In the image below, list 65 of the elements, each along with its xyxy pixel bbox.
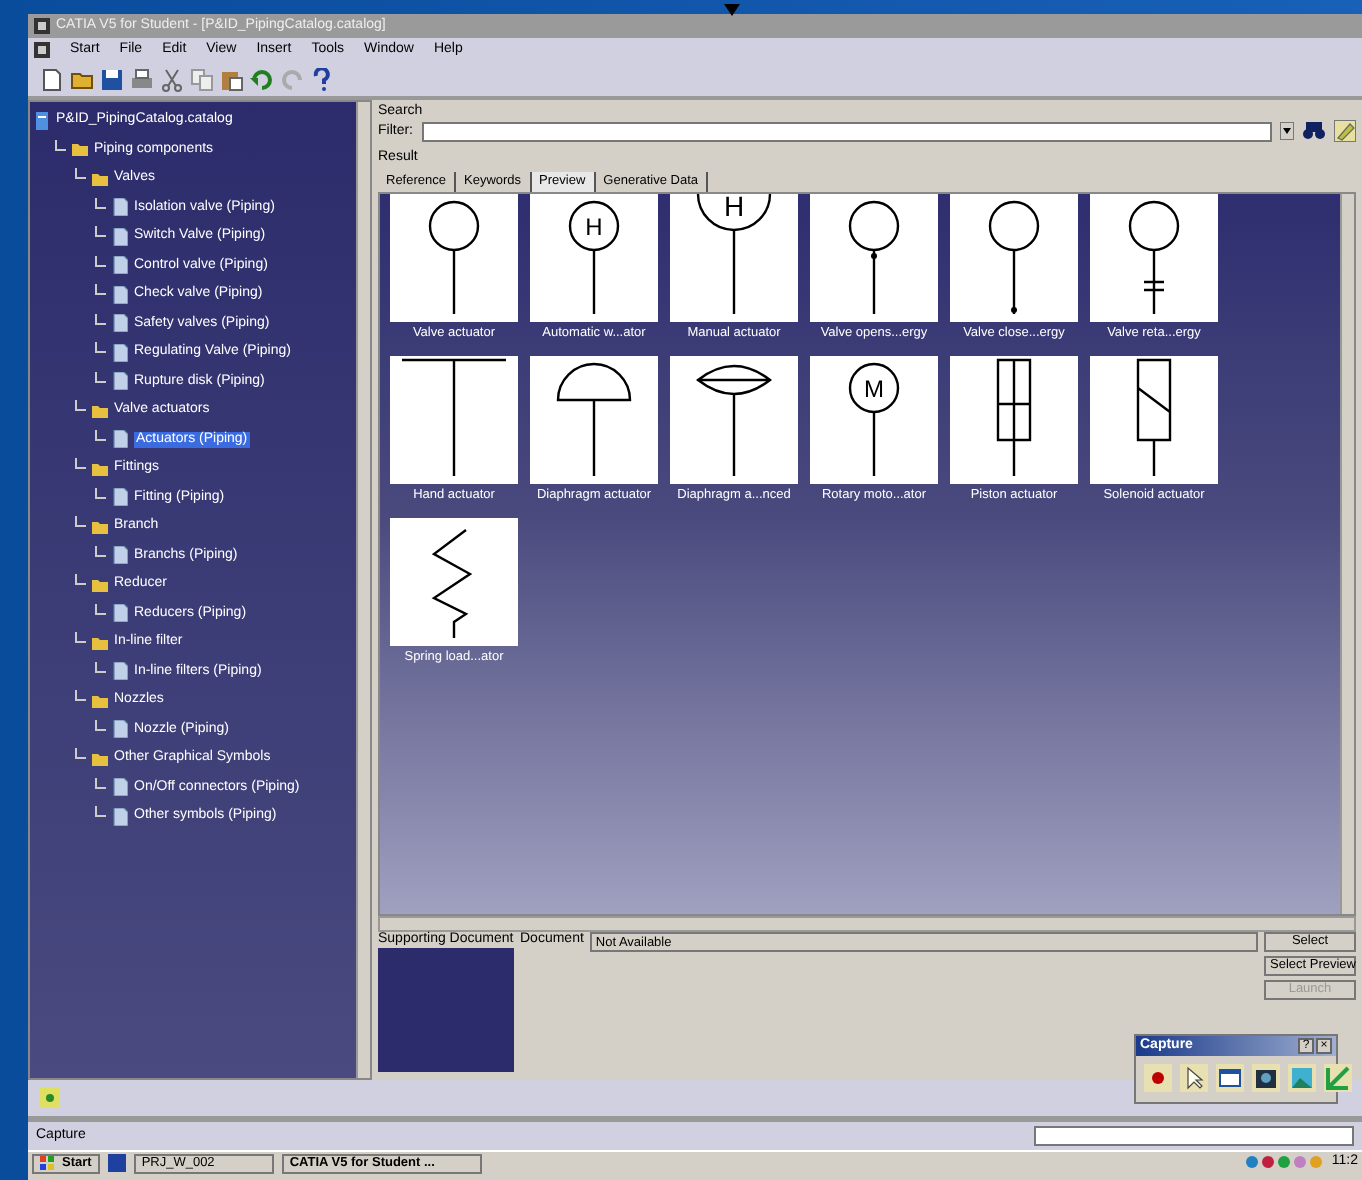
dropdown-icon[interactable] [1280, 122, 1294, 141]
document-icon [112, 430, 128, 449]
folder-icon [92, 401, 108, 420]
scrollbar[interactable] [378, 916, 1356, 932]
print-icon[interactable] [130, 67, 154, 91]
image-icon[interactable] [1288, 1064, 1316, 1092]
actuator-symbol-drawing [848, 200, 900, 314]
thumbnail[interactable]: M [810, 355, 938, 484]
search-icon[interactable] [1302, 120, 1326, 143]
open-folder-icon[interactable] [70, 67, 94, 91]
cut-icon[interactable] [160, 67, 184, 91]
thumbnail[interactable] [950, 193, 1078, 322]
triangle-icon [724, 4, 740, 16]
folder-icon [92, 691, 108, 710]
actuator-symbol-drawing [1128, 200, 1180, 314]
thumbnail[interactable] [1090, 193, 1218, 322]
document-icon [112, 546, 128, 565]
actuator-symbol-drawing [428, 200, 480, 314]
document-icon [112, 720, 128, 739]
actuator-symbol-drawing [996, 358, 1032, 477]
thumbnail[interactable]: H [670, 193, 798, 322]
actuator-symbol-drawing [400, 358, 508, 477]
new-file-icon[interactable] [40, 67, 64, 91]
actuator-symbol-drawing [556, 362, 632, 477]
camera-icon[interactable] [1252, 1064, 1280, 1092]
document-icon [112, 604, 128, 623]
undo-icon[interactable] [250, 67, 274, 91]
catalog-icon [34, 111, 50, 130]
thumbnail[interactable] [810, 193, 938, 322]
actuator-symbol-drawing: M [848, 362, 900, 476]
thumbnail[interactable] [390, 355, 518, 484]
folder-icon [92, 749, 108, 768]
desktop-icon[interactable] [107, 1154, 126, 1172]
scrollbar[interactable] [356, 102, 370, 1078]
pointer-icon[interactable] [1180, 1064, 1208, 1092]
preview-panel [378, 948, 514, 1073]
scrollbar[interactable] [1340, 193, 1354, 914]
save-icon[interactable] [100, 67, 124, 91]
thumbnail[interactable] [390, 193, 518, 322]
help-icon[interactable] [310, 67, 334, 91]
actuator-symbol-drawing [431, 528, 473, 638]
actuator-symbol-drawing: H [568, 200, 620, 314]
command-field[interactable] [1034, 1126, 1354, 1146]
actuator-symbol-drawing: H [696, 193, 772, 314]
document-icon [112, 662, 128, 681]
thumbnail[interactable] [670, 355, 798, 484]
window-icon[interactable] [1216, 1064, 1244, 1092]
filter-field[interactable] [421, 121, 1272, 142]
actuator-symbol-drawing [988, 200, 1040, 314]
actuator-symbol-drawing [696, 364, 772, 477]
folder-icon [92, 517, 108, 536]
folder-icon [92, 575, 108, 594]
eraser-icon[interactable] [1334, 120, 1356, 143]
thumbnail[interactable] [530, 355, 658, 484]
paste-icon[interactable] [220, 67, 244, 91]
folder-icon [92, 459, 108, 478]
thumbnail[interactable] [390, 517, 518, 646]
thumbnail[interactable] [1090, 355, 1218, 484]
folder-icon [92, 633, 108, 652]
document-icon [112, 488, 128, 507]
thumbnail[interactable] [950, 355, 1078, 484]
record-icon[interactable] [1144, 1064, 1172, 1092]
windows-logo-icon [40, 1156, 54, 1170]
thumbnail[interactable]: H [530, 193, 658, 322]
actuator-symbol-drawing [1136, 358, 1172, 477]
